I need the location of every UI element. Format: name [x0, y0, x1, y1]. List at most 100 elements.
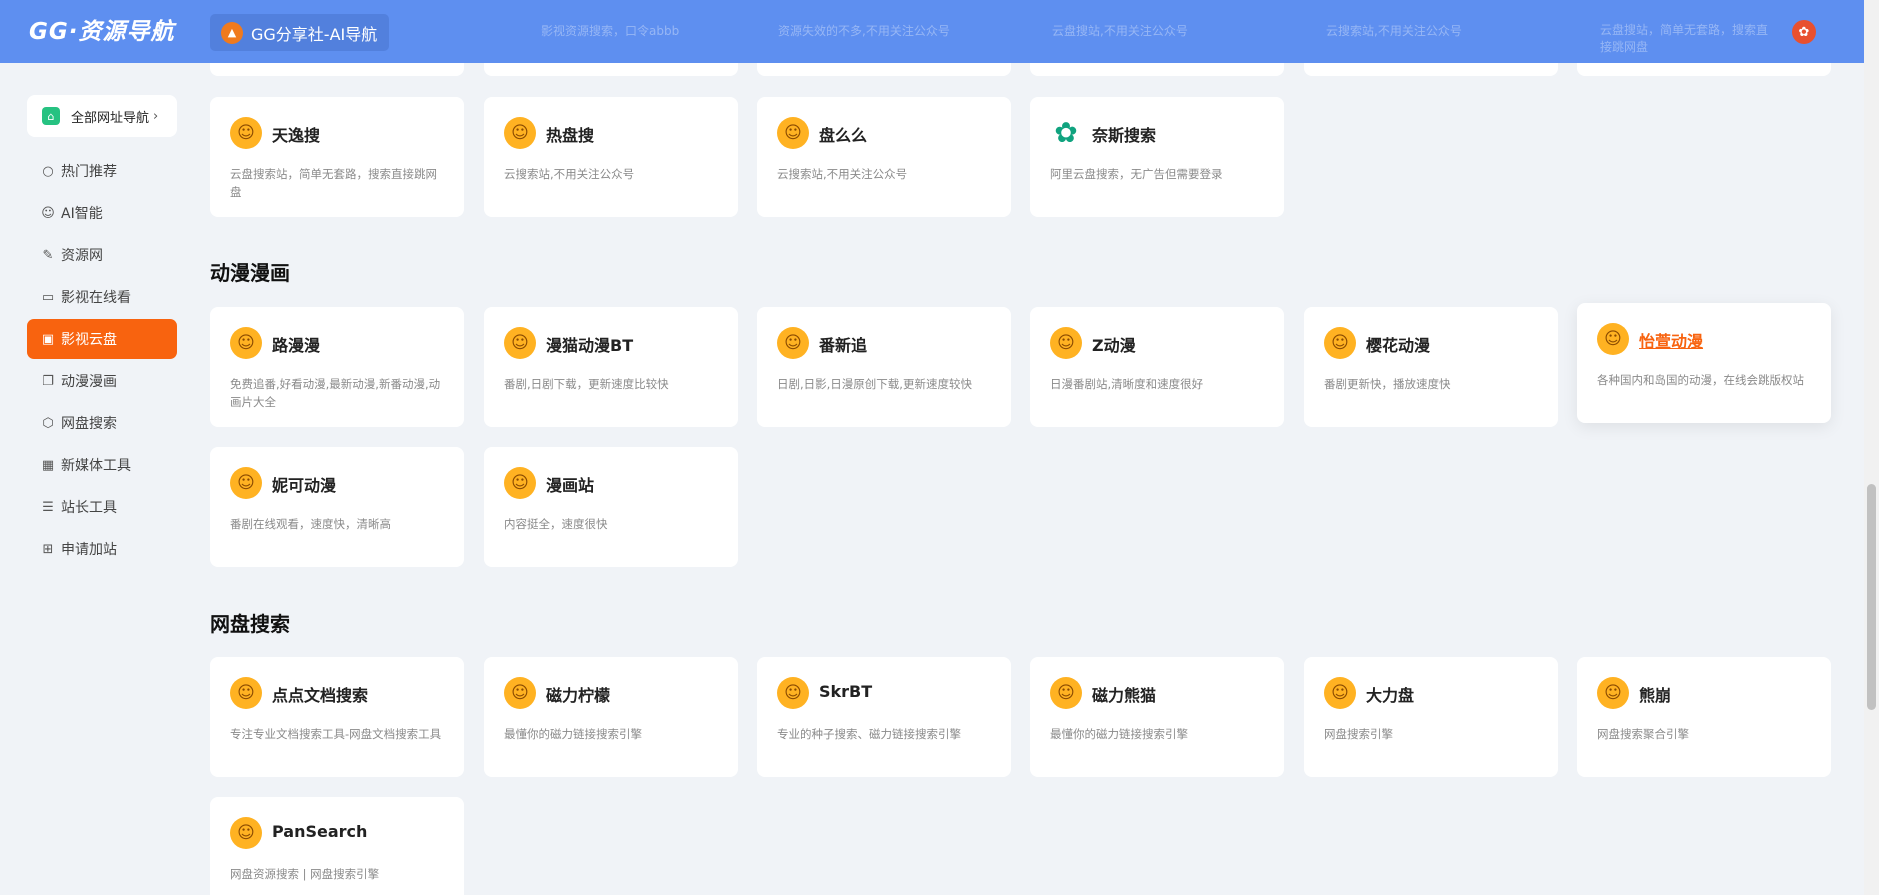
image-icon: ▣ [41, 331, 55, 347]
sidebar-item-video-cloud[interactable]: ▣ 影视云盘 [27, 319, 177, 359]
all-nav-label: 全部网址导航 [71, 110, 150, 126]
tv-icon: ▭ [41, 289, 55, 305]
site-card-desc: 日漫番剧站,清晰度和速度很好 [1050, 377, 1204, 391]
site-card[interactable]: ☺ 天逸搜 云盘搜索站，简单无套路，搜索直接跳网盘 [210, 97, 464, 217]
site-card-title: Z动漫 [1092, 336, 1136, 355]
site-card-desc: 专注专业文档搜索工具-网盘文档搜索工具 [230, 727, 442, 741]
top-tab-ai-nav[interactable]: ▲ GG分享社-AI导航 [210, 14, 389, 51]
site-card-title: 磁力柠檬 [546, 686, 611, 705]
site-card[interactable]: ☺ 路漫漫 免费追番,好看动漫,最新动漫,新番动漫,动画片大全 [210, 307, 464, 427]
site-card-title: SkrBT [819, 682, 873, 701]
site-card-title: 盘么么 [819, 126, 868, 145]
site-card[interactable]: ☺ 漫猫动漫BT 番剧,日剧下载，更新速度比较快 [484, 307, 738, 427]
hugging-face-icon: ☺ [230, 817, 262, 849]
site-card[interactable]: ☺ 热盘搜 云搜索站,不用关注公众号 [484, 97, 738, 217]
top-tab-label: GG分享社-AI导航 [251, 24, 378, 44]
sidebar-item-label: 热门推荐 [61, 164, 117, 180]
site-card[interactable]: ✿ 奈斯搜索 阿里云盘搜索，无广告但需要登录 [1030, 97, 1284, 217]
palette-icon[interactable]: ✿ [1792, 20, 1816, 44]
hugging-face-icon: ☺ [230, 327, 262, 359]
hugging-face-icon: ☺ [504, 467, 536, 499]
sidebar: ⌂ 全部网址导航 › ○ 热门推荐 ☺ AI智能 ✎ 资源网 ▭ 影视在线看 ▣… [0, 63, 195, 895]
faded-card-desc: 云盘搜站，简单无套路，搜索直接跳网盘 [1600, 23, 1769, 54]
apps-icon: ⊞ [42, 541, 54, 557]
cube-icon: ⬡ [42, 415, 54, 431]
site-card[interactable]: ☺ 磁力熊猫 最懂你的磁力链接搜索引擎 [1030, 657, 1284, 777]
site-card-desc: 番剧在线观看，速度快，清晰高 [230, 517, 391, 531]
site-card-desc: 网盘搜索引擎 [1324, 727, 1393, 741]
site-card-desc: 最懂你的磁力链接搜索引擎 [504, 727, 642, 741]
site-card[interactable]: ☺ 番新追 日剧,日影,日漫原创下载,更新速度较快 [757, 307, 1011, 427]
hugging-face-icon: ☺ [777, 117, 809, 149]
faded-card-desc: 影视资源搜索，口令abbb [541, 24, 680, 38]
sidebar-item-netdisk-search[interactable]: ⬡ 网盘搜索 [27, 403, 177, 443]
site-card-title: 樱花动漫 [1366, 336, 1431, 355]
site-card[interactable]: ☺ Z动漫 日漫番剧站,清晰度和速度很好 [1030, 307, 1284, 427]
site-card[interactable]: ☺ 盘么么 云搜索站,不用关注公众号 [757, 97, 1011, 217]
site-card-title: PanSearch [272, 822, 368, 841]
sidebar-item-webmaster[interactable]: ☰ 站长工具 [27, 487, 177, 527]
site-card[interactable]: ☺ 熊崩 网盘搜索聚合引擎 [1577, 657, 1831, 777]
site-card-title: 热盘搜 [546, 126, 595, 145]
site-card-desc: 内容挺全，速度很快 [504, 517, 608, 531]
site-card-title: 怡萱动漫 [1639, 332, 1704, 351]
hugging-face-icon: ☺ [230, 117, 262, 149]
site-card-desc: 最懂你的磁力链接搜索引擎 [1050, 727, 1188, 741]
sidebar-item-hot[interactable]: ○ 热门推荐 [27, 151, 177, 191]
card-edge [1577, 63, 1831, 76]
site-card[interactable]: ☺ PanSearch 网盘资源搜索 | 网盘搜索引擎 [210, 797, 464, 895]
site-card-title: 妮可动漫 [272, 476, 337, 495]
site-card-title: 大力盘 [1366, 686, 1415, 705]
site-card-desc: 免费追番,好看动漫,最新动漫,新番动漫,动画片大全 [230, 377, 441, 409]
site-card-desc: 番剧更新快，播放速度快 [1324, 377, 1451, 391]
hugging-face-icon: ☺ [777, 327, 809, 359]
chevron-right-icon: › [153, 108, 159, 124]
site-card-title: 熊崩 [1639, 686, 1672, 705]
site-card-desc: 云盘搜索站，简单无套路，搜索直接跳网盘 [230, 167, 437, 199]
sidebar-item-label: 资源网 [61, 248, 103, 264]
hugging-face-icon: ☺ [504, 327, 536, 359]
site-card-title: 天逸搜 [272, 126, 321, 145]
site-card[interactable]: ☺ 漫画站 内容挺全，速度很快 [484, 447, 738, 567]
site-card-desc: 日剧,日影,日漫原创下载,更新速度较快 [777, 377, 972, 391]
site-card-desc: 网盘搜索聚合引擎 [1597, 727, 1689, 741]
site-card[interactable]: ☺ 点点文档搜索 专注专业文档搜索工具-网盘文档搜索工具 [210, 657, 464, 777]
section-title-anime: 动漫漫画 [210, 261, 290, 285]
sidebar-item-label: 影视云盘 [61, 332, 117, 348]
sidebar-item-label: 影视在线看 [61, 290, 131, 306]
site-card[interactable]: ☺ 磁力柠檬 最懂你的磁力链接搜索引擎 [484, 657, 738, 777]
hugging-face-icon: ☺ [1324, 327, 1356, 359]
sidebar-item-label: 网盘搜索 [61, 416, 117, 432]
card-edge [1030, 63, 1284, 76]
grid-icon: ▦ [41, 457, 55, 473]
site-card-desc: 番剧,日剧下载，更新速度比较快 [504, 377, 669, 391]
site-card[interactable]: ☺ 妮可动漫 番剧在线观看，速度快，清晰高 [210, 447, 464, 567]
hugging-face-icon: ☺ [1597, 677, 1629, 709]
site-card[interactable]: ☺ 怡萱动漫 各种国内和岛国的动漫，在线会跳版权站 [1577, 303, 1831, 423]
sidebar-item-anime[interactable]: ❐ 动漫漫画 [27, 361, 177, 401]
sidebar-item-resources[interactable]: ✎ 资源网 [27, 235, 177, 275]
sidebar-item-new-media[interactable]: ▦ 新媒体工具 [27, 445, 177, 485]
sidebar-item-label: 新媒体工具 [61, 458, 131, 474]
sidebar-item-online-video[interactable]: ▭ 影视在线看 [27, 277, 177, 317]
site-card[interactable]: ☺ 樱花动漫 番剧更新快，播放速度快 [1304, 307, 1558, 427]
scrollbar-thumb[interactable] [1867, 484, 1876, 710]
site-card[interactable]: ☺ SkrBT 专业的种子搜索、磁力链接搜索引擎 [757, 657, 1011, 777]
hugging-face-icon: ☺ [504, 117, 536, 149]
openai-icon: ✿ [1050, 117, 1082, 149]
site-card-title: 磁力熊猫 [1092, 686, 1157, 705]
site-card-desc: 云搜索站,不用关注公众号 [504, 167, 635, 181]
robot-icon: ☺ [41, 205, 55, 221]
page-scrollbar[interactable] [1864, 0, 1879, 895]
site-card-desc: 云搜索站,不用关注公众号 [777, 167, 908, 181]
sidebar-item-apply[interactable]: ⊞ 申请加站 [27, 529, 177, 569]
site-card-title: 点点文档搜索 [272, 686, 369, 705]
card-edge [210, 63, 464, 76]
site-logo[interactable]: GG·资源导航 [29, 12, 175, 46]
site-card[interactable]: ☺ 大力盘 网盘搜索引擎 [1304, 657, 1558, 777]
hugging-face-icon: ☺ [1050, 327, 1082, 359]
sidebar-item-label: 申请加站 [61, 542, 117, 558]
sidebar-item-ai[interactable]: ☺ AI智能 [27, 193, 177, 233]
all-nav-button[interactable]: ⌂ 全部网址导航 › [27, 95, 177, 137]
card-edge [757, 63, 1011, 76]
